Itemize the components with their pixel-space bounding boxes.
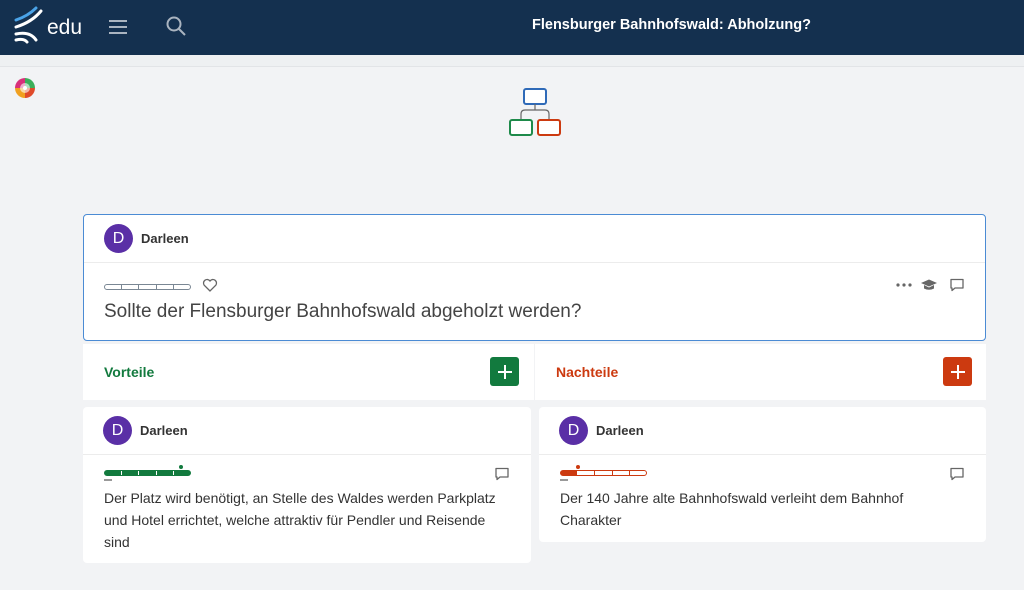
plus-icon — [497, 364, 512, 379]
avatar[interactable]: D — [104, 224, 133, 253]
bar-segment — [174, 285, 190, 289]
logo-text: edu — [47, 16, 83, 39]
bar-segment — [613, 471, 630, 475]
strength-marker — [576, 465, 580, 469]
add-con-button[interactable] — [943, 357, 972, 386]
graduation-cap-icon — [921, 279, 937, 290]
argument-text: Der 140 Jahre alte Bahnhofswald verleiht… — [560, 490, 904, 528]
con-column-header: Nachteile — [535, 344, 986, 400]
argument-tree-button[interactable] — [505, 86, 565, 143]
pro-argument-card[interactable]: D Darleen Der Platz wird benötigt, an St… — [83, 407, 531, 563]
bar-segment — [157, 285, 174, 289]
argument-tree-icon — [509, 88, 561, 136]
bar-segment — [173, 471, 191, 475]
bar-segment — [139, 471, 157, 475]
strength-bar[interactable] — [560, 470, 647, 476]
pro-column-header: Vorteile — [83, 344, 534, 400]
bar-segment — [122, 285, 140, 289]
author-name[interactable]: Darleen — [141, 231, 189, 246]
pro-column-label: Vorteile — [104, 364, 155, 380]
menu-button[interactable] — [106, 15, 130, 39]
comment-button[interactable] — [949, 466, 965, 482]
bar-segment — [139, 285, 157, 289]
search-icon — [166, 16, 186, 36]
bar-segment — [578, 471, 596, 475]
bar-segment — [122, 471, 140, 475]
hamburger-menu-icon — [109, 20, 127, 34]
thesis-card-header: D Darleen — [84, 215, 985, 263]
strength-baseline — [104, 479, 112, 481]
thesis-text: Sollte der Flensburger Bahnhofswald abge… — [104, 301, 582, 322]
color-scheme-button[interactable] — [14, 77, 36, 99]
argument-text: Der Platz wird benötigt, an Stelle des W… — [104, 490, 496, 550]
bar-segment — [156, 471, 174, 475]
color-wheel-icon — [15, 78, 35, 98]
add-pro-button[interactable] — [490, 357, 519, 386]
comment-button[interactable] — [494, 466, 510, 482]
author-name[interactable]: Darleen — [140, 423, 188, 438]
bar-segment — [105, 285, 123, 289]
more-dots-icon — [896, 283, 912, 287]
strength-marker — [179, 465, 183, 469]
thesis-card[interactable]: D Darleen Sollte der Flensburger Bahnhof… — [83, 214, 986, 341]
search-button[interactable] — [164, 14, 188, 38]
bar-segment — [595, 471, 613, 475]
argument-card-header: D Darleen — [539, 407, 986, 455]
edu-logo-icon — [14, 6, 43, 44]
top-bar: edu Flensburger Bahnhofswald: Abholzung? — [0, 0, 1024, 55]
more-options-button[interactable] — [895, 277, 913, 293]
page-title: Flensburger Bahnhofswald: Abholzung? — [532, 17, 811, 33]
bar-segment — [105, 471, 123, 475]
strength-bar[interactable] — [104, 470, 191, 476]
author-name[interactable]: Darleen — [596, 423, 644, 438]
strength-baseline — [560, 479, 568, 481]
comment-icon — [495, 467, 509, 481]
comment-icon — [950, 467, 964, 481]
bar-segment — [630, 471, 646, 475]
avatar[interactable]: D — [559, 416, 588, 445]
strength-bar[interactable] — [104, 284, 191, 290]
argument-card-header: D Darleen — [83, 407, 531, 455]
comment-icon — [950, 278, 964, 292]
education-button[interactable] — [920, 277, 938, 293]
header-divider — [0, 55, 1024, 67]
avatar[interactable]: D — [103, 416, 132, 445]
plus-icon — [950, 364, 965, 379]
logo[interactable]: edu — [14, 6, 82, 44]
comment-button[interactable] — [949, 277, 965, 293]
con-column-label: Nachteile — [556, 364, 619, 380]
bar-segment — [561, 471, 579, 475]
like-button[interactable] — [202, 277, 218, 293]
con-argument-card[interactable]: D Darleen Der 140 Jahre alte Bahnhofswal… — [539, 407, 986, 542]
heart-icon — [202, 278, 218, 292]
